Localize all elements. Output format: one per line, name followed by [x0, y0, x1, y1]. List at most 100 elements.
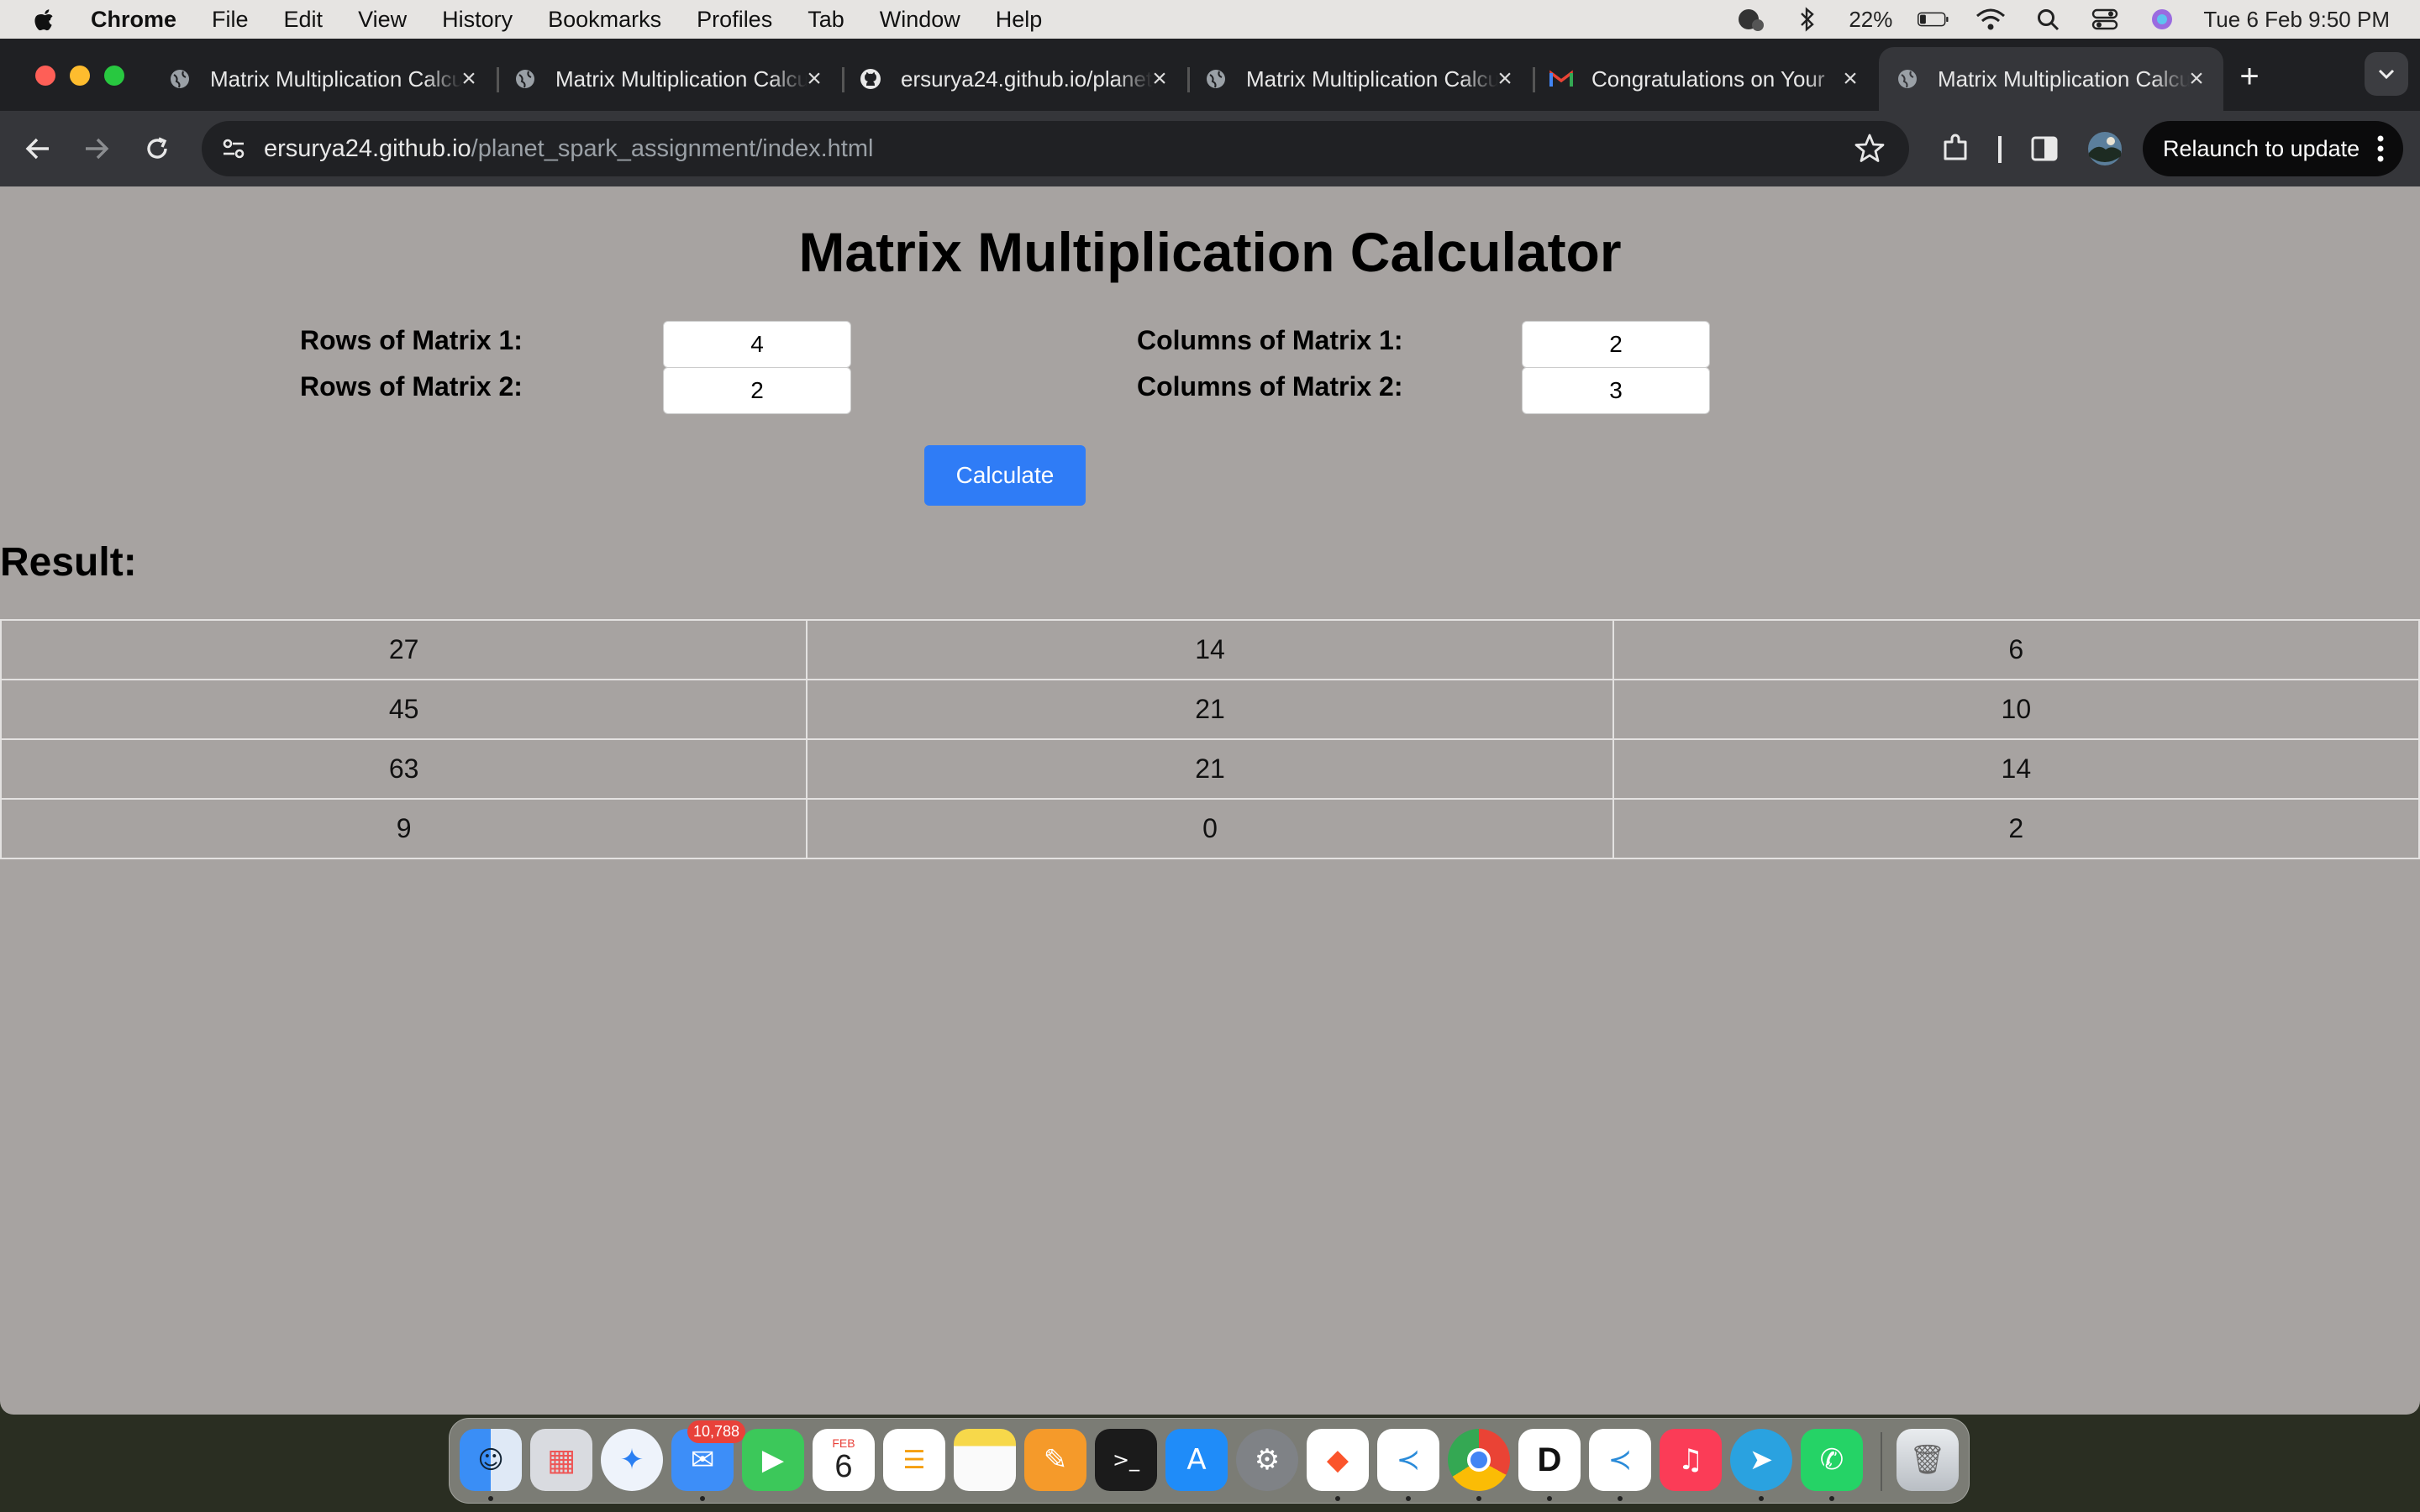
relaunch-to-update-button[interactable]: Relaunch to update — [2143, 121, 2403, 176]
menu-tab[interactable]: Tab — [808, 7, 844, 33]
avatar-icon — [2088, 132, 2122, 165]
rows-matrix-2-input[interactable]: 2 — [663, 367, 851, 414]
menu-history[interactable]: History — [442, 7, 513, 33]
page-viewport: Matrix Multiplication Calculator Rows of… — [0, 186, 2420, 1415]
tab-3[interactable]: ersurya24.github.io/planet_spark_assignm… — [842, 47, 1190, 111]
close-window-button[interactable] — [35, 66, 55, 86]
telegram-icon[interactable]: ➤ — [1730, 1429, 1792, 1491]
dashlane-icon[interactable]: D — [1518, 1429, 1581, 1491]
globe-icon — [1204, 67, 1228, 91]
menu-bookmarks[interactable]: Bookmarks — [548, 7, 661, 33]
side-panel-button[interactable] — [2025, 129, 2064, 168]
tab-title: Matrix Multiplication Calculator — [1246, 66, 1498, 92]
spotlight-search-icon[interactable] — [2032, 7, 2064, 32]
tab-title: Congratulations on Your — [1591, 66, 1825, 92]
close-tab-icon[interactable]: × — [802, 66, 826, 92]
rows-matrix-1-label: Rows of Matrix 1: — [300, 325, 523, 355]
close-tab-icon[interactable]: × — [1493, 66, 1517, 92]
table-cell: 14 — [806, 619, 1614, 680]
browser-tab-strip: Matrix Multiplication Calculator × Matri… — [0, 39, 2420, 111]
whatsapp-icon[interactable]: ✆ — [1801, 1429, 1863, 1491]
safari-icon[interactable]: ✦ — [601, 1429, 663, 1491]
site-settings-icon[interactable] — [217, 132, 250, 165]
new-tab-button[interactable]: + — [2228, 55, 2270, 97]
toolbar-divider — [1998, 136, 2002, 163]
menu-app-chrome[interactable]: Chrome — [91, 7, 176, 33]
address-bar[interactable]: ersurya24.github.io/planet_spark_assignm… — [202, 121, 1909, 176]
vscode-insiders-icon[interactable]: ≺ — [1589, 1429, 1651, 1491]
vscode-icon[interactable]: ≺ — [1377, 1429, 1439, 1491]
extensions-button[interactable] — [1936, 129, 1975, 168]
music-icon[interactable]: ♫ — [1660, 1429, 1722, 1491]
tab-search-button[interactable] — [2365, 52, 2408, 96]
tab-2[interactable]: Matrix Multiplication Calculator × — [497, 47, 844, 111]
facetime-icon[interactable]: ▶ — [742, 1429, 804, 1491]
wifi-icon[interactable] — [1975, 7, 2007, 32]
tab-4[interactable]: Matrix Multiplication Calculator × — [1187, 47, 1535, 111]
forward-button[interactable] — [77, 129, 116, 168]
minimize-window-button[interactable] — [70, 66, 90, 86]
notes-icon[interactable] — [954, 1429, 1016, 1491]
calendar-icon[interactable]: FEB 6 — [813, 1429, 875, 1491]
app-store-icon[interactable]: A — [1165, 1429, 1228, 1491]
tab-6-active[interactable]: Matrix Multiplication Calculator × — [1879, 47, 2223, 111]
running-indicator — [1547, 1496, 1552, 1501]
apple-menu-icon[interactable] — [34, 5, 59, 34]
tab-5[interactable]: Congratulations on Your × — [1533, 47, 1877, 111]
result-heading: Result: — [0, 540, 137, 585]
columns-matrix-2-input[interactable]: 3 — [1522, 367, 1710, 414]
close-tab-icon[interactable]: × — [457, 66, 481, 92]
table-cell: 27 — [0, 619, 808, 680]
tab-1[interactable]: Matrix Multiplication Calculator × — [151, 47, 499, 111]
back-button[interactable] — [18, 129, 57, 168]
reminders-icon[interactable]: ☰ — [883, 1429, 945, 1491]
table-cell: 6 — [1612, 619, 2420, 680]
trash-icon[interactable]: 🗑 — [1897, 1429, 1959, 1491]
menu-view[interactable]: View — [358, 7, 407, 33]
more-menu-icon[interactable] — [2376, 134, 2385, 163]
close-tab-icon[interactable]: × — [1839, 66, 1862, 92]
close-tab-icon[interactable]: × — [1148, 66, 1171, 92]
pages-icon[interactable]: ✎ — [1024, 1429, 1086, 1491]
arrow-left-icon — [25, 138, 49, 160]
table-row: 9 0 2 — [0, 798, 2420, 859]
zoom-window-button[interactable] — [104, 66, 124, 86]
control-center-icon[interactable] — [2089, 7, 2121, 32]
running-indicator — [1618, 1496, 1623, 1501]
tab-title: Matrix Multiplication Calculator — [1938, 66, 2190, 92]
rows-matrix-1-input[interactable]: 4 — [663, 321, 851, 368]
globe-icon — [513, 67, 537, 91]
brave-icon[interactable]: ◆ — [1307, 1429, 1369, 1491]
table-cell: 0 — [806, 798, 1614, 859]
finder-icon[interactable]: ☺ — [460, 1429, 522, 1491]
table-cell: 2 — [1612, 798, 2420, 859]
siri-icon[interactable] — [2146, 7, 2178, 32]
menu-edit[interactable]: Edit — [284, 7, 324, 33]
url-text[interactable]: ersurya24.github.io/planet_spark_assignm… — [264, 135, 873, 163]
launchpad-icon[interactable]: ▦ — [530, 1429, 592, 1491]
battery-icon[interactable] — [1918, 7, 1949, 32]
menu-help[interactable]: Help — [996, 7, 1043, 33]
chrome-icon[interactable] — [1448, 1429, 1510, 1491]
menubar-clock[interactable]: Tue 6 Feb 9:50 PM — [2203, 7, 2390, 33]
menu-window[interactable]: Window — [880, 7, 960, 33]
table-cell: 9 — [0, 798, 808, 859]
menu-profiles[interactable]: Profiles — [697, 7, 772, 33]
menu-file[interactable]: File — [212, 7, 249, 33]
relaunch-label: Relaunch to update — [2163, 135, 2360, 161]
system-settings-icon[interactable]: ⚙ — [1236, 1429, 1298, 1491]
bluetooth-icon[interactable] — [1791, 7, 1823, 32]
table-cell: 63 — [0, 738, 808, 800]
table-row: 45 21 10 — [0, 679, 2420, 740]
terminal-icon[interactable]: >_ — [1095, 1429, 1157, 1491]
reload-button[interactable] — [138, 129, 176, 168]
creative-cloud-icon[interactable] — [1734, 7, 1766, 32]
table-row: 27 14 6 — [0, 619, 2420, 680]
calendar-day: 6 — [834, 1449, 853, 1484]
columns-matrix-1-input[interactable]: 2 — [1522, 321, 1710, 368]
calculate-button[interactable]: Calculate — [924, 445, 1086, 506]
mail-icon[interactable]: ✉ 10,788 — [671, 1420, 745, 1491]
close-tab-icon[interactable]: × — [2185, 66, 2208, 92]
bookmark-star-icon[interactable] — [1854, 133, 1886, 165]
profile-avatar[interactable] — [2086, 129, 2124, 168]
